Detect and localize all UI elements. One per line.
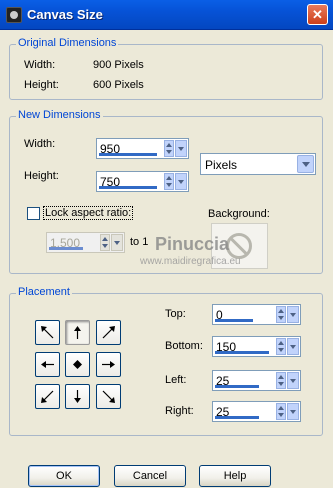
left-spinner[interactable]: 25 xyxy=(212,370,301,391)
close-button[interactable]: ✕ xyxy=(307,4,328,25)
aspect-ratio-spinner: 1,500 xyxy=(46,232,125,253)
arrow-down-right-icon xyxy=(102,390,115,403)
arrow-up-icon xyxy=(74,326,81,339)
width-updown-icon[interactable] xyxy=(164,140,174,157)
anchor-bottom-right[interactable] xyxy=(96,384,121,409)
bottom-dropdown-icon[interactable] xyxy=(287,338,299,355)
original-width-label: Width: xyxy=(24,59,56,71)
original-height-value: 600 Pixels xyxy=(93,79,144,91)
window-title: Canvas Size xyxy=(27,7,103,22)
top-spinner[interactable]: 0 xyxy=(212,304,301,325)
arrow-right-icon xyxy=(102,361,115,368)
center-diamond-icon xyxy=(73,360,82,369)
original-height-label: Height: xyxy=(24,79,59,91)
arrow-up-left-icon xyxy=(41,326,54,339)
anchor-center[interactable] xyxy=(65,352,90,377)
arrow-down-left-icon xyxy=(41,390,54,403)
ratio-updown-icon xyxy=(100,234,110,251)
units-dropdown-icon[interactable] xyxy=(297,155,314,173)
lock-aspect-checkbox[interactable] xyxy=(27,207,40,220)
new-width-label: Width: xyxy=(24,138,56,150)
anchor-top[interactable] xyxy=(65,320,90,345)
units-value: Pixels xyxy=(205,158,238,172)
height-dropdown-icon[interactable] xyxy=(175,173,187,190)
ok-button[interactable]: OK xyxy=(28,465,100,487)
width-dropdown-icon[interactable] xyxy=(175,140,187,157)
cancel-button[interactable]: Cancel xyxy=(114,465,186,487)
bottom-updown-icon[interactable] xyxy=(276,338,286,355)
placement-legend: Placement xyxy=(16,286,72,298)
anchor-top-left[interactable] xyxy=(35,320,60,345)
ratio-suffix-label: to 1 xyxy=(130,236,149,248)
right-dropdown-icon[interactable] xyxy=(287,403,299,420)
height-updown-icon[interactable] xyxy=(164,173,174,190)
new-height-label: Height: xyxy=(24,170,59,182)
bottom-spinner[interactable]: 150 xyxy=(212,336,301,357)
top-dropdown-icon[interactable] xyxy=(287,306,299,323)
anchor-right[interactable] xyxy=(96,352,121,377)
original-width-value: 900 Pixels xyxy=(93,59,144,71)
right-spinner[interactable]: 25 xyxy=(212,401,301,422)
ratio-dropdown-icon xyxy=(111,234,123,251)
anchor-bottom-left[interactable] xyxy=(35,384,60,409)
title-bar[interactable]: Canvas Size ✕ xyxy=(0,0,333,30)
top-updown-icon[interactable] xyxy=(276,306,286,323)
right-label: Right: xyxy=(165,405,194,417)
arrow-down-icon xyxy=(74,390,81,403)
new-width-spinner[interactable]: 950 xyxy=(96,138,189,159)
new-height-spinner[interactable]: 750 xyxy=(96,171,189,192)
arrow-left-icon xyxy=(41,361,54,368)
original-dimensions-legend: Original Dimensions xyxy=(16,37,119,49)
new-dimensions-legend: New Dimensions xyxy=(16,109,103,121)
original-dimensions-group: Original Dimensions Width: 900 Pixels He… xyxy=(9,37,323,100)
right-updown-icon[interactable] xyxy=(276,403,286,420)
left-label: Left: xyxy=(165,374,187,386)
help-button[interactable]: Help xyxy=(199,465,271,487)
anchor-left[interactable] xyxy=(35,352,60,377)
top-label: Top: xyxy=(165,308,186,320)
app-icon xyxy=(6,7,22,23)
watermark-url: www.maidiregrafica.eu xyxy=(140,256,241,267)
arrow-up-right-icon xyxy=(102,326,115,339)
anchor-top-right[interactable] xyxy=(96,320,121,345)
left-dropdown-icon[interactable] xyxy=(287,372,299,389)
watermark-text: Pinuccia xyxy=(155,234,230,254)
bottom-label: Bottom: xyxy=(165,340,203,352)
left-updown-icon[interactable] xyxy=(276,372,286,389)
units-select[interactable]: Pixels xyxy=(200,153,316,175)
anchor-bottom[interactable] xyxy=(65,384,90,409)
lock-aspect-label[interactable]: Lock aspect ratio: xyxy=(42,206,134,220)
background-label: Background: xyxy=(208,208,270,220)
placement-group: Placement Top: 0 Bottom: 150 Left: 25 Ri… xyxy=(9,286,323,436)
